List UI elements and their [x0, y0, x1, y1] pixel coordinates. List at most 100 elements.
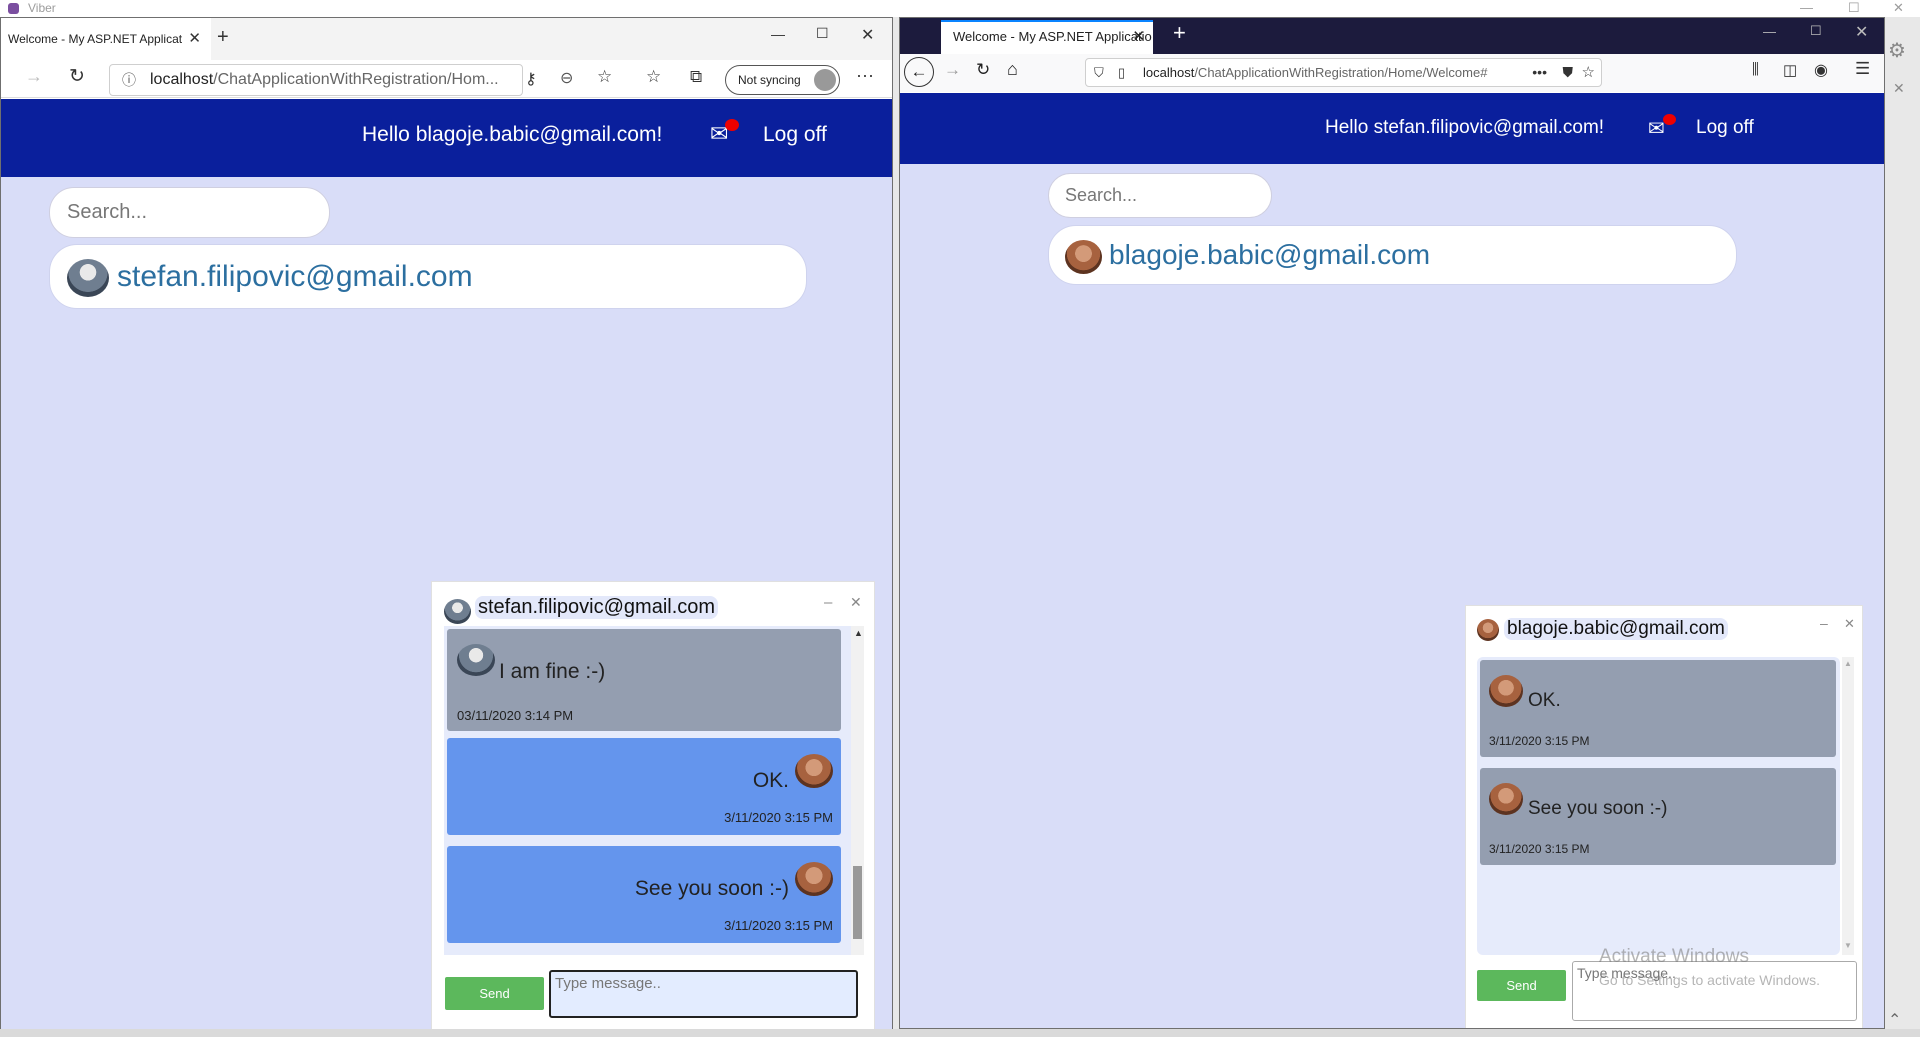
message-list: I am fine :-) 03/11/2020 3:14 PM OK. 3/1…	[444, 626, 851, 955]
minimize-icon[interactable]: —	[1763, 24, 1776, 39]
close-tab-icon[interactable]: ✕	[1132, 22, 1145, 52]
chevron-up-icon[interactable]: ⌃	[1888, 1010, 1901, 1030]
new-tab-icon[interactable]: +	[217, 26, 229, 49]
sync-button[interactable]: Not syncing	[725, 65, 840, 95]
scroll-down-icon[interactable]: ▼	[1844, 941, 1852, 950]
more-icon[interactable]: ···	[856, 65, 874, 86]
address-toolbar: → ↻ ⓘ localhost/ChatApplicationWithRegis…	[1, 60, 892, 98]
home-icon[interactable]: ⌂	[1007, 59, 1018, 80]
more-icon[interactable]: •••	[1532, 59, 1547, 86]
minimize-icon[interactable]: —	[771, 26, 785, 42]
refresh-icon[interactable]: ↻	[69, 65, 85, 88]
close-chat-icon[interactable]: ✕	[1844, 616, 1855, 632]
close-icon[interactable]: ✕	[1893, 0, 1904, 16]
taskbar	[0, 1029, 1920, 1037]
hello-text: Hello blagoje.babic@gmail.com!	[362, 123, 663, 146]
back-icon[interactable]: ←	[904, 57, 934, 87]
search-input[interactable]: Search...	[49, 187, 330, 238]
pocket-icon[interactable]: ⛊	[1563, 59, 1574, 86]
maximize-icon[interactable]: ☐	[1810, 23, 1822, 39]
sidebar-icon[interactable]: ◫	[1783, 61, 1797, 79]
close-icon[interactable]: ✕	[1855, 22, 1868, 42]
url-path: /ChatApplicationWithRegistration/Home/We…	[1194, 65, 1488, 80]
viber-title: Viber	[28, 1, 56, 15]
scroll-up-icon[interactable]: ▲	[854, 628, 863, 638]
minimize-icon[interactable]: —	[1800, 0, 1813, 15]
logoff-link[interactable]: Log off	[763, 123, 827, 147]
shield-icon: ⛉	[1094, 65, 1104, 80]
avatar	[1065, 240, 1102, 274]
avatar	[1489, 783, 1523, 815]
close-icon[interactable]: ✕	[861, 25, 874, 45]
message-text: See you soon :-)	[634, 877, 789, 900]
avatar	[67, 259, 109, 297]
avatar	[457, 644, 495, 676]
account-icon[interactable]: ◉	[1814, 60, 1828, 80]
favorite-star-icon[interactable]: ☆	[597, 67, 612, 87]
favorites-icon[interactable]: ☆	[646, 67, 661, 87]
collections-icon[interactable]: ⧉	[690, 67, 702, 87]
message-bubble: OK. 3/11/2020 3:15 PM	[1480, 660, 1836, 757]
search-input[interactable]: Search...	[1048, 173, 1272, 218]
key-icon[interactable]: ⚷	[525, 69, 537, 89]
minimize-chat-icon[interactable]: –	[1820, 615, 1828, 631]
tab-strip: Welcome - My ASP.NET Applicat ✕ + — ☐ ✕	[1, 18, 892, 60]
maximize-icon[interactable]: ☐	[1848, 0, 1860, 16]
message-text: OK.	[1528, 690, 1561, 711]
message-time: 3/11/2020 3:15 PM	[1489, 842, 1590, 856]
site-navbar: Hello stefan.filipovic@gmail.com! ✉ Log …	[900, 93, 1884, 164]
scrollbar[interactable]: ▲ ▼	[1842, 657, 1854, 955]
maximize-icon[interactable]: ☐	[816, 25, 829, 42]
menu-icon[interactable]: ☰	[1855, 59, 1870, 79]
hello-text: Hello stefan.filipovic@gmail.com!	[1325, 117, 1605, 138]
message-bubble: OK. 3/11/2020 3:15 PM	[447, 738, 841, 835]
message-time: 3/11/2020 3:15 PM	[1489, 734, 1590, 748]
minimize-chat-icon[interactable]: –	[824, 594, 832, 611]
bookmark-star-icon[interactable]: ☆	[1582, 59, 1595, 86]
contact-item[interactable]: blagoje.babic@gmail.com	[1048, 225, 1737, 285]
browser-tab[interactable]: Welcome - My ASP.NET Applicatio ✕	[941, 20, 1153, 54]
message-input[interactable]: Type message..	[1572, 961, 1857, 1021]
notification-badge	[725, 119, 739, 131]
message-text: See you soon :-)	[1528, 798, 1668, 819]
message-input[interactable]: Type message..	[549, 970, 858, 1018]
message-time: 03/11/2020 3:14 PM	[457, 708, 574, 723]
scrollbar[interactable]: ▲	[851, 626, 864, 955]
forward-icon[interactable]: →	[25, 66, 43, 87]
logoff-link[interactable]: Log off	[1696, 117, 1754, 139]
close-chat-icon[interactable]: ✕	[850, 594, 862, 611]
message-bubble: I am fine :-) 03/11/2020 3:14 PM	[447, 629, 841, 731]
zoom-icon[interactable]: ⊖	[560, 68, 573, 88]
gear-icon[interactable]: ⚙	[1888, 38, 1906, 63]
library-icon[interactable]: ⫼	[1752, 61, 1759, 78]
message-time: 3/11/2020 3:15 PM	[724, 810, 833, 825]
close-icon[interactable]: ✕	[1893, 80, 1905, 97]
scroll-up-icon[interactable]: ▲	[1844, 659, 1852, 668]
tab-strip: Welcome - My ASP.NET Applicatio ✕ + — ☐ …	[900, 18, 1884, 54]
new-tab-icon[interactable]: +	[1173, 20, 1186, 46]
notification-badge	[1663, 114, 1676, 125]
message-time: 3/11/2020 3:15 PM	[724, 918, 833, 933]
avatar	[444, 599, 471, 624]
tab-title: Welcome - My ASP.NET Applicat	[8, 32, 183, 46]
message-text: I am fine :-)	[499, 660, 606, 683]
message-bubble: See you soon :-) 3/11/2020 3:15 PM	[1480, 768, 1836, 865]
message-bubble: See you soon :-) 3/11/2020 3:15 PM	[447, 846, 841, 943]
viber-logo-icon	[8, 3, 19, 14]
scroll-thumb[interactable]	[853, 866, 862, 939]
avatar	[795, 862, 833, 896]
send-button[interactable]: Send	[445, 977, 544, 1010]
profile-icon	[814, 69, 836, 91]
browser-tab[interactable]: Welcome - My ASP.NET Applicat ✕	[1, 18, 211, 60]
tab-title: Welcome - My ASP.NET Applicatio	[953, 29, 1152, 44]
refresh-icon[interactable]: ↻	[976, 60, 990, 80]
close-tab-icon[interactable]: ✕	[188, 18, 201, 60]
avatar	[1489, 675, 1523, 707]
address-bar[interactable]: ⛉ ▯ localhost/ChatApplicationWithRegistr…	[1085, 58, 1602, 87]
contact-item[interactable]: stefan.filipovic@gmail.com	[49, 244, 807, 309]
send-button[interactable]: Send	[1477, 970, 1566, 1001]
url-host: localhost	[1143, 65, 1195, 80]
forward-icon[interactable]: →	[944, 60, 961, 80]
url-host: localhost	[150, 71, 214, 88]
address-bar[interactable]: ⓘ localhost/ChatApplicationWithRegistrat…	[109, 64, 523, 96]
